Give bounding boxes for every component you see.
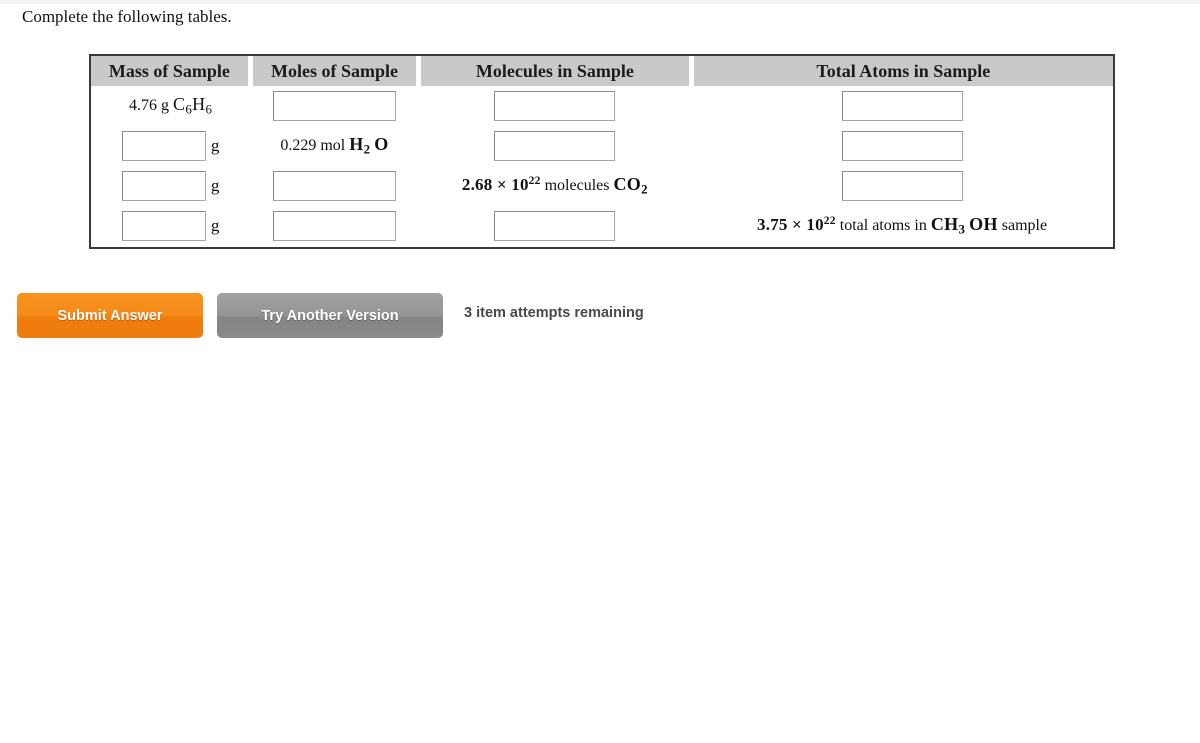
mass-unit-row3: g <box>210 176 220 195</box>
table-header-row: Mass of Sample Moles of Sample Molecules… <box>91 56 1113 86</box>
given-moles-row2: 0.229 mol H2 O <box>280 134 389 157</box>
mass-input-row3[interactable] <box>121 171 206 201</box>
mass-input-row4[interactable] <box>121 211 206 241</box>
cell-atoms-row3 <box>691 166 1113 206</box>
cell-mass-row3: g <box>91 166 251 206</box>
cell-molecules-row2 <box>418 126 692 166</box>
page-prompt: Complete the following tables. <box>22 7 232 26</box>
top-strip <box>0 0 1200 4</box>
table-grid: Mass of Sample Moles of Sample Molecules… <box>91 56 1113 246</box>
submit-answer-button[interactable]: Submit Answer <box>17 293 203 338</box>
cell-molecules-row3: 2.68 × 1022 molecules CO2 <box>418 166 692 206</box>
mass-unit-row2: g <box>210 136 220 155</box>
table-row: g 2.68 × 1022 molecules CO2 <box>91 166 1113 206</box>
moles-input-row4[interactable] <box>272 211 396 241</box>
cell-atoms-row1 <box>691 86 1113 126</box>
table-row: g 3.75 × 1022 total atoms in CH3 OH samp… <box>91 206 1113 246</box>
column-header-moles: Moles of Sample <box>250 56 422 86</box>
conversion-table: Mass of Sample Moles of Sample Molecules… <box>89 54 1115 249</box>
molecules-input-row4[interactable] <box>494 211 616 241</box>
given-molecules-row3: 2.68 × 1022 molecules CO2 <box>461 174 648 197</box>
cell-atoms-row4: 3.75 × 1022 total atoms in CH3 OH sample <box>691 206 1113 246</box>
try-another-version-button[interactable]: Try Another Version <box>217 293 443 338</box>
given-mass-row1: 4.76 g C6H6 <box>129 94 213 117</box>
cell-atoms-row2 <box>691 126 1113 166</box>
cell-molecules-row4 <box>418 206 692 246</box>
table-row: g 0.229 mol H2 O <box>91 126 1113 166</box>
mass-input-row2[interactable] <box>121 131 206 161</box>
atoms-input-row2[interactable] <box>841 131 963 161</box>
cell-mass-row2: g <box>91 126 251 166</box>
cell-moles-row2: 0.229 mol H2 O <box>250 126 419 166</box>
table-row: 4.76 g C6H6 <box>91 86 1113 126</box>
molecules-input-row1[interactable] <box>494 91 616 121</box>
mass-unit-row4: g <box>210 216 220 235</box>
cell-mass-row4: g <box>91 206 251 246</box>
column-header-atoms: Total Atoms in Sample <box>691 56 1113 86</box>
cell-molecules-row1 <box>418 86 692 126</box>
moles-input-row1[interactable] <box>272 91 396 121</box>
atoms-input-row3[interactable] <box>841 171 963 201</box>
cell-moles-row1 <box>250 86 419 126</box>
molecules-input-row2[interactable] <box>494 131 616 161</box>
atoms-input-row1[interactable] <box>841 91 963 121</box>
cell-mass-row1: 4.76 g C6H6 <box>91 86 251 126</box>
moles-input-row3[interactable] <box>272 171 396 201</box>
column-header-mass: Mass of Sample <box>91 56 253 86</box>
attempts-remaining-text: 3 item attempts remaining <box>464 305 644 321</box>
given-atoms-row4: 3.75 × 1022 total atoms in CH3 OH sample <box>757 214 1048 237</box>
cell-moles-row4 <box>250 206 419 246</box>
column-header-molecules: Molecules in Sample <box>418 56 694 86</box>
cell-moles-row3 <box>250 166 419 206</box>
